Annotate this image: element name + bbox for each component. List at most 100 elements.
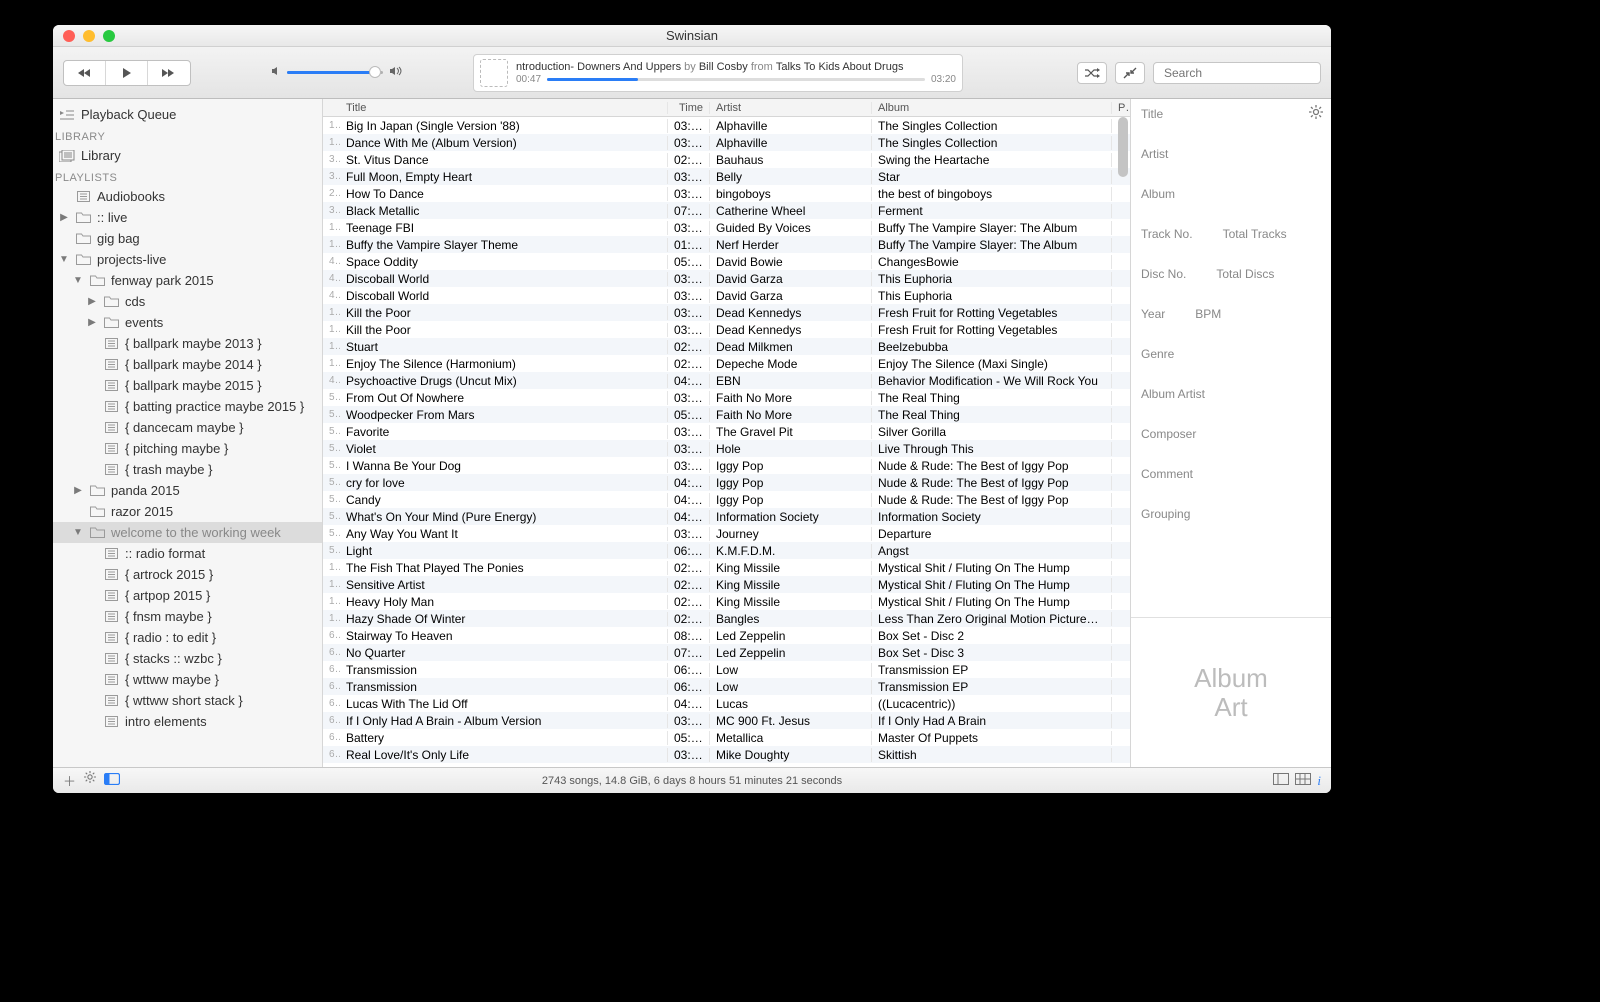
ins-comment[interactable]: Comment [1141, 467, 1321, 481]
sidebar-item[interactable]: { fnsm maybe } [53, 606, 322, 627]
table-row[interactable]: 6..No Quarter07:01Led ZeppelinBox Set - … [323, 644, 1130, 661]
sidebar-item[interactable]: Audiobooks [53, 186, 322, 207]
view-list-icon[interactable] [1273, 773, 1289, 789]
table-row[interactable]: 3..Black Metallic07:18Catherine WheelFer… [323, 202, 1130, 219]
ins-album[interactable]: Album [1141, 187, 1321, 201]
sidebar-item[interactable]: ▶:: live [53, 207, 322, 228]
next-button[interactable] [148, 61, 190, 85]
sidebar-item[interactable]: ▼welcome to the working week [53, 522, 322, 543]
scrollbar[interactable] [1116, 117, 1130, 767]
table-row[interactable]: 6..Transmission06:14LowTransmission EP [323, 661, 1130, 678]
ins-artist[interactable]: Artist [1141, 147, 1321, 161]
ins-title[interactable]: Title [1141, 107, 1321, 121]
table-row[interactable]: 5..Favorite03:01The Gravel PitSilver Gor… [323, 423, 1130, 440]
table-row[interactable]: 5..Candy04:16Iggy PopNude & Rude: The Be… [323, 491, 1130, 508]
prev-button[interactable] [64, 61, 106, 85]
disclosure-icon[interactable]: ▼ [73, 527, 83, 538]
table-row[interactable]: 5..Woodpecker From Mars05:40Faith No Mor… [323, 406, 1130, 423]
sidebar-item[interactable]: { stacks :: wzbc } [53, 648, 322, 669]
settings-icon[interactable] [84, 771, 96, 790]
sidebar-item[interactable]: { artpop 2015 } [53, 585, 322, 606]
table-row[interactable]: 1..Heavy Holy Man02:12King MissileMystic… [323, 593, 1130, 610]
ins-bpm[interactable]: BPM [1195, 307, 1221, 321]
sidebar-item[interactable]: intro elements [53, 711, 322, 732]
zoom-icon[interactable] [103, 30, 115, 42]
table-row[interactable]: 5..Light06:05K.M.F.D.M.Angst [323, 542, 1130, 559]
playback-progress[interactable] [547, 78, 925, 81]
ins-albumartist[interactable]: Album Artist [1141, 387, 1321, 401]
disclosure-icon[interactable]: ▼ [73, 275, 83, 286]
disclosure-icon[interactable]: ▼ [59, 254, 69, 265]
sidebar-item[interactable]: { wttww short stack } [53, 690, 322, 711]
shuffle-button[interactable] [1077, 62, 1107, 84]
table-row[interactable]: 6..Stairway To Heaven08:00Led ZeppelinBo… [323, 627, 1130, 644]
ins-totaltracks[interactable]: Total Tracks [1223, 227, 1287, 241]
sidebar-item[interactable]: { ballpark maybe 2015 } [53, 375, 322, 396]
table-row[interactable]: 4..Discoball World03:40David GarzaThis E… [323, 270, 1130, 287]
sidebar-item[interactable]: { batting practice maybe 2015 } [53, 396, 322, 417]
disclosure-icon[interactable]: ▶ [59, 212, 69, 223]
sidebar-item[interactable]: ▼fenway park 2015 [53, 270, 322, 291]
table-row[interactable]: 6..Transmission06:14LowTransmission EP [323, 678, 1130, 695]
table-row[interactable]: 5..What's On Your Mind (Pure Energy)04:3… [323, 508, 1130, 525]
table-row[interactable]: 6..If I Only Had A Brain - Album Version… [323, 712, 1130, 729]
sidebar-item[interactable]: razor 2015 [53, 501, 322, 522]
table-row[interactable]: 6..Real Love/It's Only Life03:10Mike Dou… [323, 746, 1130, 763]
view-grid-icon[interactable] [1295, 773, 1311, 789]
table-row[interactable]: 5..I Wanna Be Your Dog03:09Iggy PopNude … [323, 457, 1130, 474]
table-row[interactable]: 4..Discoball World03:40David GarzaThis E… [323, 287, 1130, 304]
table-row[interactable]: 5..From Out Of Nowhere03:22Faith No More… [323, 389, 1130, 406]
table-row[interactable]: 5..cry for love04:28Iggy PopNude & Rude:… [323, 474, 1130, 491]
add-button[interactable]: ＋ [63, 771, 76, 790]
table-row[interactable]: 4..Psychoactive Drugs (Uncut Mix)04:25EB… [323, 372, 1130, 389]
sidebar-item[interactable]: { ballpark maybe 2014 } [53, 354, 322, 375]
sidebar-item[interactable]: ▶panda 2015 [53, 480, 322, 501]
ins-discno[interactable]: Disc No. [1141, 267, 1186, 281]
table-row[interactable]: 4..Space Oddity05:16David BowieChangesBo… [323, 253, 1130, 270]
gear-icon[interactable] [1309, 105, 1323, 122]
ins-genre[interactable]: Genre [1141, 347, 1321, 361]
table-row[interactable]: 1..Buffy the Vampire Slayer Theme01:04Ne… [323, 236, 1130, 253]
table-row[interactable]: 1..Hazy Shade Of Winter02:47BanglesLess … [323, 610, 1130, 627]
volume-slider[interactable] [287, 71, 383, 74]
sidebar-item[interactable]: { pitching maybe } [53, 438, 322, 459]
info-icon[interactable]: i [1317, 773, 1321, 789]
minimize-icon[interactable] [83, 30, 95, 42]
table-row[interactable]: 3..St. Vitus Dance02:27BauhausSwing the … [323, 151, 1130, 168]
playback-queue-item[interactable]: Playback Queue [53, 99, 322, 125]
library-item[interactable]: Library [53, 145, 322, 166]
sidebar-item[interactable]: ▶cds [53, 291, 322, 312]
col-album[interactable]: Album [872, 102, 1112, 114]
sidebar-item[interactable]: { radio : to edit } [53, 627, 322, 648]
ins-totaldiscs[interactable]: Total Discs [1216, 267, 1274, 281]
sidebar-item[interactable]: { trash maybe } [53, 459, 322, 480]
scroll-thumb[interactable] [1118, 117, 1128, 177]
ins-year[interactable]: Year [1141, 307, 1165, 321]
table-row[interactable]: 1..Dance With Me (Album Version)03:58Alp… [323, 134, 1130, 151]
table-row[interactable]: 1..Sensitive Artist02:38King MissileMyst… [323, 576, 1130, 593]
table-row[interactable]: 3..Full Moon, Empty Heart03:02BellyStar [323, 168, 1130, 185]
sidebar-item[interactable]: ▼projects-live [53, 249, 322, 270]
sidebar-item[interactable]: { ballpark maybe 2013 } [53, 333, 322, 354]
table-row[interactable]: 1..Teenage FBI03:19Guided By VoicesBuffy… [323, 219, 1130, 236]
collapse-button[interactable] [1115, 62, 1145, 84]
play-button[interactable] [106, 61, 148, 85]
sidebar-item[interactable]: { wttww maybe } [53, 669, 322, 690]
table-row[interactable]: 1..Stuart02:20Dead MilkmenBeelzebubba [323, 338, 1130, 355]
sidebar-item[interactable]: { artrock 2015 } [53, 564, 322, 585]
disclosure-icon[interactable]: ▶ [87, 317, 97, 328]
disclosure-icon[interactable]: ▶ [73, 485, 83, 496]
ins-grouping[interactable]: Grouping [1141, 507, 1321, 521]
table-row[interactable]: 1..Enjoy The Silence (Harmonium)02:42Dep… [323, 355, 1130, 372]
sidebar-item[interactable]: ▶events [53, 312, 322, 333]
sidebar-item[interactable]: { dancecam maybe } [53, 417, 322, 438]
col-artist[interactable]: Artist [710, 102, 872, 114]
sidebar-toggle-icon[interactable] [104, 773, 120, 788]
disclosure-icon[interactable]: ▶ [87, 296, 97, 307]
sidebar-item[interactable]: gig bag [53, 228, 322, 249]
ins-composer[interactable]: Composer [1141, 427, 1321, 441]
col-time[interactable]: Time [668, 102, 710, 114]
table-row[interactable]: 5..Violet03:24HoleLive Through This [323, 440, 1130, 457]
col-pla[interactable]: Pla [1112, 102, 1130, 114]
table-row[interactable]: 5..Any Way You Want It03:22JourneyDepart… [323, 525, 1130, 542]
